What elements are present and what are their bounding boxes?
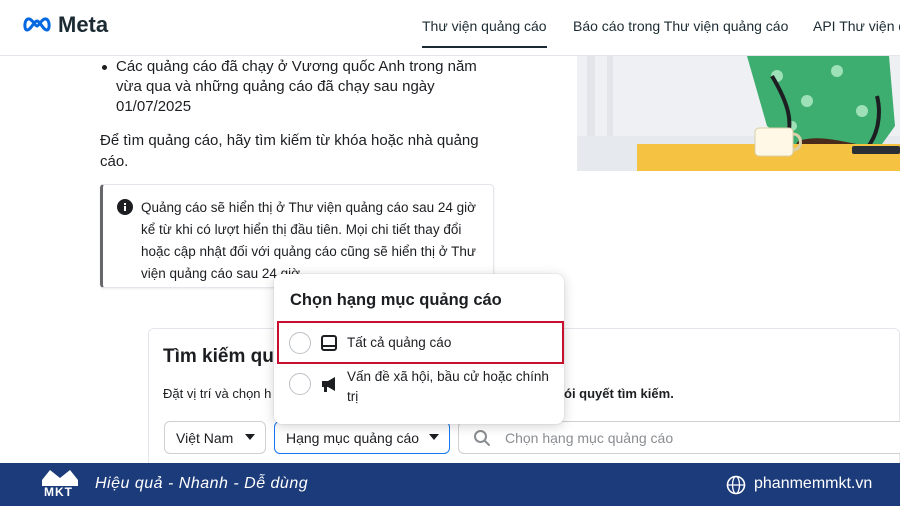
- footer-banner: MKT Hiệu quả - Nhanh - Dễ dùng phanmemmk…: [0, 463, 900, 506]
- search-instruction: Để tìm quảng cáo, hãy tìm kiếm từ khóa h…: [100, 132, 479, 170]
- option-all-ads[interactable]: Tất cả quảng cáo: [276, 332, 564, 354]
- footer-slogan: Hiệu quả - Nhanh - Dễ dùng: [95, 475, 309, 492]
- country-select[interactable]: Việt Nam: [164, 421, 266, 454]
- search-input-placeholder: Chọn hạng mục quảng cáo: [505, 429, 674, 446]
- meta-infinity-icon: [23, 17, 51, 32]
- caret-down-icon: [429, 434, 439, 440]
- search-icon: [474, 429, 490, 446]
- nav-tab-ad-library[interactable]: Thư viện quảng cáo: [422, 18, 547, 48]
- search-panel-description: Đặt vị trí và chọn h: [163, 386, 272, 401]
- mkt-brand-text: MKT: [44, 485, 73, 499]
- radio-button[interactable]: [289, 332, 311, 354]
- nav-tab-ad-library-api[interactable]: API Thư viện q: [813, 18, 900, 34]
- search-panel-description-end: ói quyết tìm kiếm.: [564, 386, 674, 401]
- meta-logo[interactable]: Meta: [22, 12, 108, 38]
- option-social-political-ads[interactable]: Vấn đề xã hội, bầu cử hoặc chính trị: [276, 367, 564, 407]
- radio-button[interactable]: [289, 373, 311, 395]
- country-select-value: Việt Nam: [176, 429, 234, 446]
- notice-text: Quảng cáo sẽ hiển thị ở Thư viện quảng c…: [141, 200, 476, 281]
- bullet-text: Các quảng cáo đã chạy ở Vương quốc Anh t…: [116, 58, 477, 115]
- footer-website[interactable]: phanmemmkt.vn: [754, 475, 872, 493]
- caret-down-icon: [245, 434, 255, 440]
- meta-wordmark: Meta: [58, 12, 109, 37]
- globe-icon: [726, 475, 746, 495]
- info-icon: [117, 199, 133, 215]
- nav-tab-ad-library-report[interactable]: Báo cáo trong Thư viện quảng cáo: [573, 18, 788, 34]
- search-input[interactable]: Chọn hạng mục quảng cáo: [458, 421, 900, 454]
- person-at-desk-illustration: [577, 56, 900, 171]
- list-item: Các quảng cáo đã chạy ở Vương quốc Anh t…: [100, 57, 500, 117]
- info-notice: Quảng cáo sẽ hiển thị ở Thư viện quảng c…: [100, 184, 494, 288]
- ad-category-select-value: Hạng mục quảng cáo: [286, 429, 420, 446]
- dropdown-title: Chọn hạng mục quảng cáo: [290, 291, 502, 309]
- search-panel-title: Tìm kiếm qu: [163, 346, 274, 367]
- option-label: Tất cả quảng cáo: [347, 335, 452, 350]
- hero-illustration: [577, 56, 900, 171]
- ad-tablet-icon: [321, 335, 337, 351]
- top-navigation-bar: Meta Thư viện quảng cáo Báo cáo trong Th…: [0, 0, 900, 56]
- megaphone-icon: [322, 377, 335, 392]
- option-label: Vấn đề xã hội, bầu cử hoặc chính trị: [347, 369, 549, 404]
- ad-category-select[interactable]: Hạng mục quảng cáo: [274, 421, 450, 454]
